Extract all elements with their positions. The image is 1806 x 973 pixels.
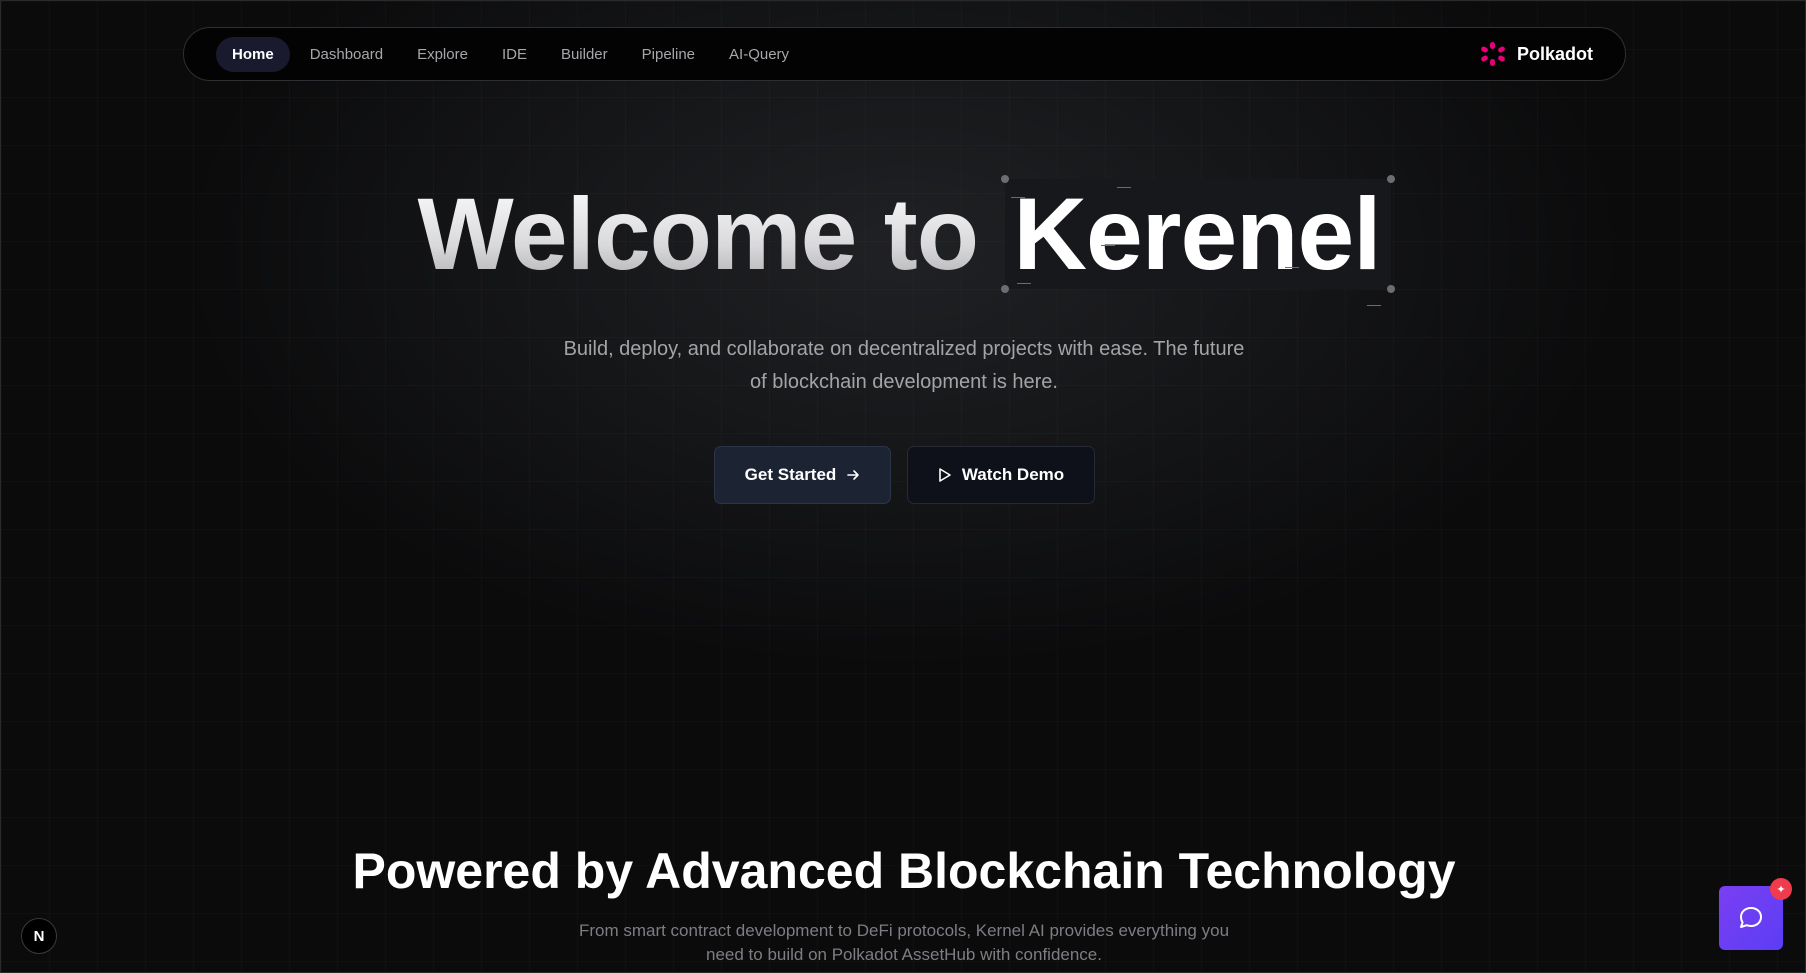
- scan-line: [1011, 197, 1026, 198]
- get-started-button[interactable]: Get Started: [714, 446, 891, 504]
- scan-line: [1285, 267, 1300, 268]
- nav-item-ide[interactable]: IDE: [488, 37, 541, 72]
- hero-title-prefix: Welcome to: [417, 177, 979, 291]
- scan-line: [1101, 245, 1116, 246]
- hero-title: Welcome to Kerenel: [1, 175, 1805, 306]
- n-badge[interactable]: N: [21, 918, 57, 954]
- polkadot-logo-icon: [1480, 42, 1506, 66]
- nav-item-pipeline[interactable]: Pipeline: [628, 37, 709, 72]
- selection-handle[interactable]: [1001, 175, 1010, 183]
- page: Home Dashboard Explore IDE Builder Pipel…: [0, 0, 1806, 973]
- nav-item-ai-query[interactable]: AI-Query: [715, 37, 803, 72]
- nav-item-builder[interactable]: Builder: [547, 37, 622, 72]
- n-badge-label: N: [33, 927, 45, 945]
- selection-handle[interactable]: [1001, 285, 1010, 293]
- watch-demo-button[interactable]: Watch Demo: [907, 446, 1095, 504]
- arrow-right-icon: [847, 470, 860, 480]
- nav-item-home[interactable]: Home: [216, 36, 290, 72]
- get-started-label: Get Started: [744, 465, 837, 484]
- scan-line: [1017, 283, 1032, 284]
- grid-background: [1, 1, 1805, 972]
- brand[interactable]: Polkadot: [1480, 42, 1593, 66]
- chat-bubble-icon: [1740, 907, 1762, 928]
- brand-name: Polkadot: [1516, 43, 1593, 64]
- hero-subtitle: Build, deploy, and collaborate on decent…: [563, 338, 1245, 393]
- nav-item-dashboard[interactable]: Dashboard: [296, 37, 397, 72]
- top-navbar: Home Dashboard Explore IDE Builder Pipel…: [183, 27, 1626, 81]
- chat-button[interactable]: ✦: [1719, 878, 1792, 950]
- section-description: From smart contract development to DeFi …: [578, 921, 1230, 964]
- sparkle-icon: ✦: [1770, 878, 1792, 900]
- scan-line: [1367, 305, 1382, 306]
- section-title: Powered by Advanced Blockchain Technolog…: [352, 843, 1456, 899]
- play-icon: [939, 468, 951, 482]
- selection-handle[interactable]: [1386, 285, 1395, 293]
- hero-title-highlight: Kerenel: [1013, 177, 1381, 291]
- watch-demo-label: Watch Demo: [961, 465, 1065, 484]
- hero-title-highlight-box: Kerenel: [1001, 175, 1395, 306]
- scan-line: [1117, 187, 1132, 188]
- selection-handle[interactable]: [1386, 175, 1395, 183]
- nav-item-explore[interactable]: Explore: [403, 37, 482, 72]
- nav-links: Home Dashboard Explore IDE Builder Pipel…: [216, 36, 803, 72]
